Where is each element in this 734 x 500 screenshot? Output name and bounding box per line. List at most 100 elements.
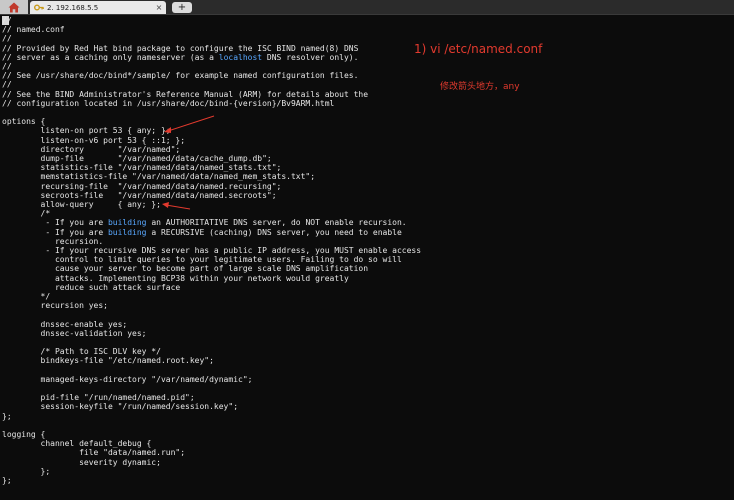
line-text: }; — [2, 476, 12, 485]
session-tab[interactable]: 2. 192.168.5.5 × — [30, 1, 166, 14]
file-line: listen-on-v6 port 53 { ::1; }; — [2, 135, 186, 145]
tab-label: 2. 192.168.5.5 — [47, 3, 99, 12]
file-line: // named.conf — [2, 25, 65, 34]
file-line: // — [2, 16, 12, 25]
highlighted-word: building — [107, 227, 147, 237]
file-line: }; — [2, 476, 12, 485]
file-line: recursion. — [2, 237, 103, 246]
line-text: logging { — [2, 430, 46, 439]
key-icon — [34, 4, 44, 11]
line-text-tail: a RECURSIVE (caching) DNS server, you ne… — [146, 227, 402, 237]
file-line: memstatistics-file "/var/named/data/name… — [2, 172, 316, 182]
line-text: statistics-file "/var/named/data/named_s… — [2, 163, 282, 173]
file-line: }; — [2, 466, 51, 476]
file-line: statistics-file "/var/named/data/named_s… — [2, 163, 282, 173]
file-line: bindkeys-file "/etc/named.root.key"; — [2, 356, 214, 365]
line-text: channel default_debug { — [2, 439, 152, 449]
new-tab-button[interactable]: + — [172, 2, 192, 13]
line-text: - If you are — [2, 218, 108, 228]
line-text: - If your recursive DNS server has a pub… — [2, 246, 422, 255]
highlighted-word: building — [107, 218, 147, 228]
home-button[interactable] — [0, 0, 28, 14]
file-line: dump-file "/var/named/data/cache_dump.db… — [2, 154, 272, 163]
file-line: dnssec-enable yes; — [2, 319, 128, 329]
close-tab-icon[interactable]: × — [154, 3, 164, 12]
file-line: // — [2, 80, 12, 89]
file-line: attacks. Implementing BCP38 within your … — [2, 274, 349, 283]
line-text: // — [2, 34, 12, 44]
line-text: dnssec-validation yes; — [2, 328, 147, 338]
file-line: logging { — [2, 430, 45, 439]
line-text-tail: DNS resolver only). — [262, 52, 359, 62]
file-line: - If you are building a RECURSIVE (cachi… — [2, 227, 402, 237]
file-line: // — [2, 34, 12, 43]
line-text: dnssec-enable yes; — [2, 319, 128, 329]
line-text: cause your server to become part of larg… — [2, 264, 369, 274]
home-icon — [8, 2, 20, 12]
file-line: options { — [2, 117, 45, 126]
file-line: dnssec-validation yes; — [2, 329, 147, 338]
annotation-note: 修改箭头地方，any — [440, 82, 520, 92]
line-text: directory "/var/named"; — [2, 144, 181, 154]
line-text: // See the BIND Administrator's Referenc… — [2, 89, 369, 99]
line-text: options { — [2, 117, 46, 127]
file-line: // — [2, 62, 12, 71]
line-text: listen-on port 53 { any; }; — [2, 126, 171, 136]
file-line: channel default_debug { — [2, 439, 152, 449]
file-line: // See the BIND Administrator's Referenc… — [2, 90, 368, 99]
line-text: reduce such attack surface — [2, 282, 181, 292]
file-line: /* — [2, 209, 51, 219]
line-text: pid-file "/run/named/named.pid"; — [2, 393, 195, 403]
annotation-command: 1) vi /etc/named.conf — [414, 42, 543, 56]
line-text: // named.conf — [2, 25, 65, 35]
line-text: // — [2, 62, 12, 71]
file-line: severity dynamic; — [2, 458, 161, 467]
file-line: // Provided by Red Hat bind package to c… — [2, 44, 358, 53]
line-text: // See /usr/share/doc/bind*/sample/ for … — [2, 71, 359, 81]
line-text: */ — [2, 292, 51, 301]
file-line: file "data/named.run"; — [2, 448, 185, 457]
line-text: control to limit queries to your legitim… — [2, 255, 402, 265]
line-text: /* — [2, 209, 51, 219]
terminal-tab-bar: 2. 192.168.5.5 × + — [0, 0, 734, 15]
line-text: }; — [2, 466, 51, 476]
line-text: - If you are — [2, 227, 108, 237]
line-text: managed-keys-directory "/var/named/dynam… — [2, 374, 253, 384]
line-text: listen-on-v6 port 53 { ::1; }; — [2, 135, 186, 145]
file-line: // configuration located in /usr/share/d… — [2, 99, 334, 108]
line-text: attacks. Implementing BCP38 within your … — [2, 273, 349, 283]
file-line: control to limit queries to your legitim… — [2, 255, 402, 264]
file-line: managed-keys-directory "/var/named/dynam… — [2, 374, 253, 384]
line-text: // server as a caching only nameserver (… — [2, 52, 219, 62]
file-line: pid-file "/run/named/named.pid"; — [2, 393, 195, 402]
line-text: allow-query { any; }; — [2, 200, 161, 209]
line-text: /* Path to ISC DLV key */ — [2, 347, 161, 357]
file-line: - If you are building an AUTHORITATIVE D… — [2, 218, 406, 228]
line-text: // — [2, 16, 12, 25]
line-text: bindkeys-file "/etc/named.root.key"; — [2, 356, 214, 366]
line-text: secroots-file "/var/named/data/named.sec… — [2, 190, 277, 200]
file-line: reduce such attack surface — [2, 283, 180, 292]
file-line: directory "/var/named"; — [2, 144, 181, 154]
line-text: // Provided by Red Hat bind package to c… — [2, 43, 359, 53]
line-text: dump-file "/var/named/data/cache_dump.db… — [2, 154, 272, 163]
file-line: recursing-file "/var/named/data/named.re… — [2, 181, 282, 191]
file-line: - If your recursive DNS server has a pub… — [2, 246, 421, 255]
file-line: /* Path to ISC DLV key */ — [2, 347, 161, 356]
file-line: recursion yes; — [2, 301, 108, 310]
file-line: */ — [2, 292, 51, 301]
line-text: severity dynamic; — [2, 457, 161, 467]
file-line: // server as a caching only nameserver (… — [2, 53, 358, 62]
terminal-content[interactable]: //// named.conf//// Provided by Red Hat … — [0, 15, 734, 500]
line-text: memstatistics-file "/var/named/data/name… — [2, 172, 316, 182]
highlighted-word: localhost — [218, 52, 263, 62]
line-text: recursing-file "/var/named/data/named.re… — [2, 181, 282, 191]
line-text: // configuration located in /usr/share/d… — [2, 98, 335, 108]
file-line: // See /usr/share/doc/bind*/sample/ for … — [2, 71, 358, 80]
line-text: // — [2, 80, 12, 90]
file-line: }; — [2, 412, 12, 421]
file-line: secroots-file "/var/named/data/named.sec… — [2, 191, 277, 200]
line-text: session-keyfile "/run/named/session.key"… — [2, 402, 239, 412]
line-text: file "data/named.run"; — [2, 448, 186, 458]
file-line: allow-query { any; }; — [2, 200, 161, 209]
